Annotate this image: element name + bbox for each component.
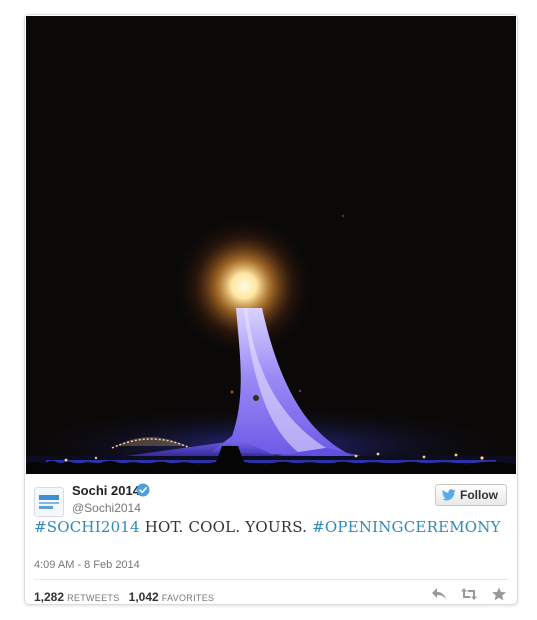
- timestamp[interactable]: 4:09 AM - 8 Feb 2014: [34, 559, 140, 571]
- follow-button[interactable]: Follow: [435, 484, 507, 506]
- retweets-count: 1,282: [34, 590, 65, 604]
- tweet-body: HOT. COOL. YOURS.: [139, 518, 313, 536]
- follow-label: Follow: [460, 488, 498, 502]
- tweet-text: #SOCHI2014 HOT. COOL. YOURS. #OPENINGCER…: [34, 518, 501, 536]
- favorites-stat[interactable]: 1,042 FAVORITES: [128, 590, 215, 604]
- twitter-bird-icon: [442, 489, 456, 501]
- favorites-count: 1,042: [128, 590, 159, 604]
- tweet-photo[interactable]: [26, 16, 516, 474]
- verified-badge-icon: [136, 483, 150, 497]
- tweet-card: Sochi 2014 @Sochi2014 Follow #SOCHI2014 …: [24, 14, 518, 605]
- reply-icon: [432, 588, 446, 600]
- retweets-stat[interactable]: 1,282 RETWEETS: [34, 590, 120, 604]
- divider: [34, 579, 508, 580]
- hashtag-link[interactable]: #OPENINGCEREMONY: [312, 518, 501, 536]
- user-handle[interactable]: @Sochi2014: [72, 501, 141, 515]
- star-icon: [492, 587, 506, 601]
- reply-button[interactable]: [431, 587, 447, 601]
- tweet-meta: Sochi 2014 @Sochi2014 Follow #SOCHI2014 …: [25, 475, 517, 604]
- tweet-actions: [431, 587, 507, 601]
- tweet-stats: 1,282 RETWEETS 1,042 FAVORITES: [34, 590, 214, 604]
- favorites-label: FAVORITES: [161, 593, 215, 603]
- retweet-icon: [461, 588, 477, 600]
- favorite-button[interactable]: [491, 587, 507, 601]
- retweet-button[interactable]: [461, 587, 477, 601]
- display-name[interactable]: Sochi 2014: [72, 483, 140, 498]
- olympic-cauldron-image: [26, 16, 516, 474]
- retweets-label: RETWEETS: [67, 593, 120, 603]
- hashtag-link[interactable]: #SOCHI2014: [34, 518, 140, 536]
- sochi-logo-icon: [35, 488, 63, 516]
- avatar[interactable]: [34, 487, 64, 517]
